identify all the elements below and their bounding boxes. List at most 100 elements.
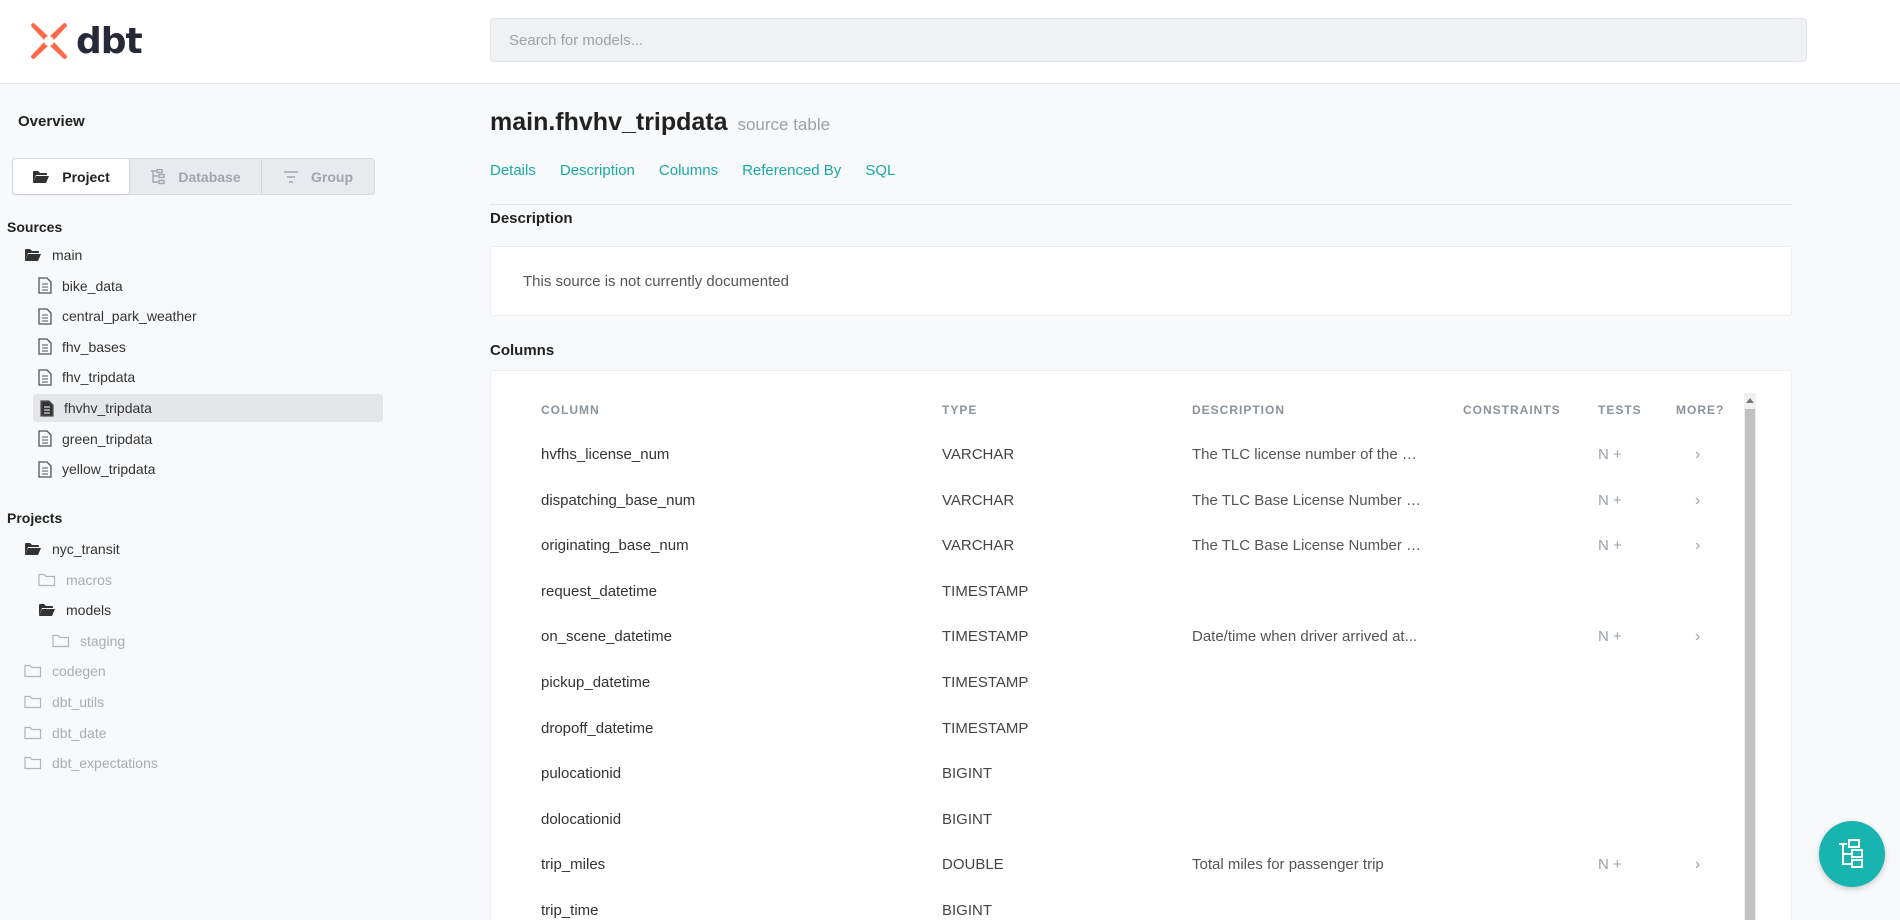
column-more-chevron[interactable]: › (1695, 856, 1700, 874)
dbt-logo-icon (31, 23, 67, 59)
source-item-yellow-tripdata[interactable]: yellow_tripdata (38, 455, 155, 483)
table-row[interactable]: pulocationid BIGINT (490, 765, 1740, 810)
column-tests-cell[interactable]: N + (1598, 492, 1622, 509)
source-item-green-tripdata[interactable]: green_tripdata (38, 425, 152, 453)
page-header: main.fhvhv_tripdata source table (490, 108, 830, 137)
tree-item-label: macros (66, 571, 112, 588)
columns-scrollbar[interactable] (1744, 393, 1756, 920)
column-tests-cell[interactable]: N + (1598, 537, 1622, 554)
column-tests-cell[interactable]: N + (1598, 628, 1622, 645)
tabs-divider (490, 204, 1792, 205)
column-description-cell: The TLC Base License Number o... (1192, 537, 1424, 555)
project-item-dbt-utils[interactable]: dbt_utils (24, 688, 104, 716)
description-card: This source is not currently documented (490, 246, 1792, 316)
column-type-cell: TIMESTAMP (942, 582, 1029, 600)
filter-icon (284, 170, 298, 183)
tree-item-label: yellow_tripdata (62, 461, 156, 478)
column-name-cell: trip_time (541, 902, 599, 919)
folder-icon (38, 573, 66, 587)
folder-icon (24, 695, 52, 709)
column-description-cell: Total miles for passenger trip (1192, 856, 1384, 874)
search-input[interactable] (490, 18, 1807, 62)
column-more-chevron[interactable]: › (1695, 628, 1700, 646)
tree-item-label: dbt_date (52, 724, 107, 741)
project-item-dbt-expectations[interactable]: dbt_expectations (24, 749, 158, 777)
tree-item-label: fhv_bases (62, 338, 126, 355)
project-item-dbt-date[interactable]: dbt_date (24, 719, 107, 747)
source-item-main[interactable]: main (24, 241, 82, 269)
sources-title: Sources (7, 219, 63, 235)
tab-project[interactable]: Project (13, 159, 130, 194)
column-more-chevron[interactable]: › (1695, 492, 1700, 510)
view-switcher: Project Database Group (12, 158, 375, 195)
column-tests-cell[interactable]: N + (1598, 856, 1622, 873)
column-name-cell: hvfhs_license_num (541, 446, 670, 463)
logo-text: dbt (76, 20, 143, 62)
column-description-cell: The TLC Base License Number o... (1192, 491, 1424, 509)
source-item-central-park-weather[interactable]: central_park_weather (38, 302, 197, 330)
lineage-graph-button[interactable] (1819, 821, 1885, 887)
scroll-up-arrow-icon[interactable] (1744, 393, 1756, 407)
column-type-cell: VARCHAR (942, 491, 1015, 509)
column-name-cell: trip_miles (541, 856, 606, 874)
tab-columns[interactable]: Columns (659, 162, 718, 179)
column-more-chevron[interactable]: › (1695, 446, 1700, 464)
tab-group[interactable]: Group (262, 159, 374, 194)
tree-item-label: dbt_expectations (52, 755, 158, 772)
overview-link[interactable]: Overview (18, 113, 85, 130)
page-subtitle: source table (737, 115, 831, 134)
tree-item-label: green_tripdata (62, 430, 153, 447)
folder-icon (52, 634, 80, 648)
column-name-cell: dropoff_datetime (541, 719, 654, 737)
table-row[interactable]: request_datetime TIMESTAMP (490, 583, 1740, 628)
project-item-models[interactable]: models (38, 596, 111, 624)
column-name-cell: dispatching_base_num (541, 491, 696, 509)
tree-item-label: main (52, 247, 83, 263)
tree-icon (151, 168, 166, 184)
col-header-description: DESCRIPTION (1192, 403, 1286, 417)
file-icon (38, 308, 62, 325)
tab-project-label: Project (62, 168, 110, 185)
scrollbar-thumb[interactable] (1745, 409, 1755, 920)
column-type-cell: DOUBLE (942, 856, 1004, 874)
table-row[interactable]: pickup_datetime TIMESTAMP (490, 674, 1740, 719)
tree-item-label: fhv_tripdata (62, 369, 136, 386)
projects-title: Projects (7, 510, 63, 526)
column-type-cell: TIMESTAMP (942, 674, 1029, 691)
column-name-cell: request_datetime (541, 582, 657, 600)
table-row[interactable]: hvfhs_license_num VARCHAR The TLC license … (490, 446, 1740, 491)
column-more-chevron[interactable]: › (1695, 537, 1700, 555)
table-row[interactable]: trip_time BIGINT (490, 902, 1740, 920)
tab-details[interactable]: Details (490, 162, 536, 179)
project-item-macros[interactable]: macros (38, 566, 112, 594)
project-item-staging[interactable]: staging (52, 627, 125, 655)
column-type-cell: BIGINT (942, 810, 993, 828)
table-row[interactable]: dispatching_base_num VARCHAR The TLC Base … (490, 492, 1740, 537)
source-item-fhv-bases[interactable]: fhv_bases (38, 333, 126, 361)
column-type-cell: TIMESTAMP (942, 719, 1029, 737)
tree-item-label: dbt_utils (52, 694, 105, 710)
description-heading: Description (490, 210, 573, 227)
file-icon (38, 338, 62, 355)
column-tests-cell[interactable]: N + (1598, 446, 1622, 463)
lineage-graph-icon (1839, 839, 1863, 868)
project-item-codegen[interactable]: codegen (24, 657, 106, 685)
table-row[interactable]: trip_miles DOUBLE Total miles for passenge… (490, 856, 1740, 901)
tab-database[interactable]: Database (130, 159, 262, 194)
table-row[interactable]: originating_base_num VARCHAR The TLC Base … (490, 537, 1740, 582)
tree-item-label: central_park_weather (62, 308, 197, 325)
source-item-fhv-tripdata[interactable]: fhv_tripdata (38, 363, 135, 391)
tab-description[interactable]: Description (560, 162, 635, 179)
dbt-logo[interactable]: dbt (28, 18, 143, 64)
tab-referenced-by[interactable]: Referenced By (742, 162, 841, 179)
tab-sql[interactable]: SQL (865, 162, 895, 179)
table-row[interactable]: dropoff_datetime TIMESTAMP (490, 720, 1740, 765)
table-row[interactable]: dolocationid BIGINT (490, 811, 1740, 856)
source-item-fhvhv-tripdata[interactable]: fhvhv_tripdata (33, 394, 383, 422)
folder-open-icon (38, 603, 66, 617)
folder-icon (24, 726, 52, 740)
source-item-bike-data[interactable]: bike_data (38, 272, 123, 300)
table-row[interactable]: on_scene_datetime TIMESTAMP Date/time when… (490, 628, 1740, 673)
file-icon (38, 369, 62, 386)
project-item-nyc-transit[interactable]: nyc_transit (24, 535, 120, 563)
